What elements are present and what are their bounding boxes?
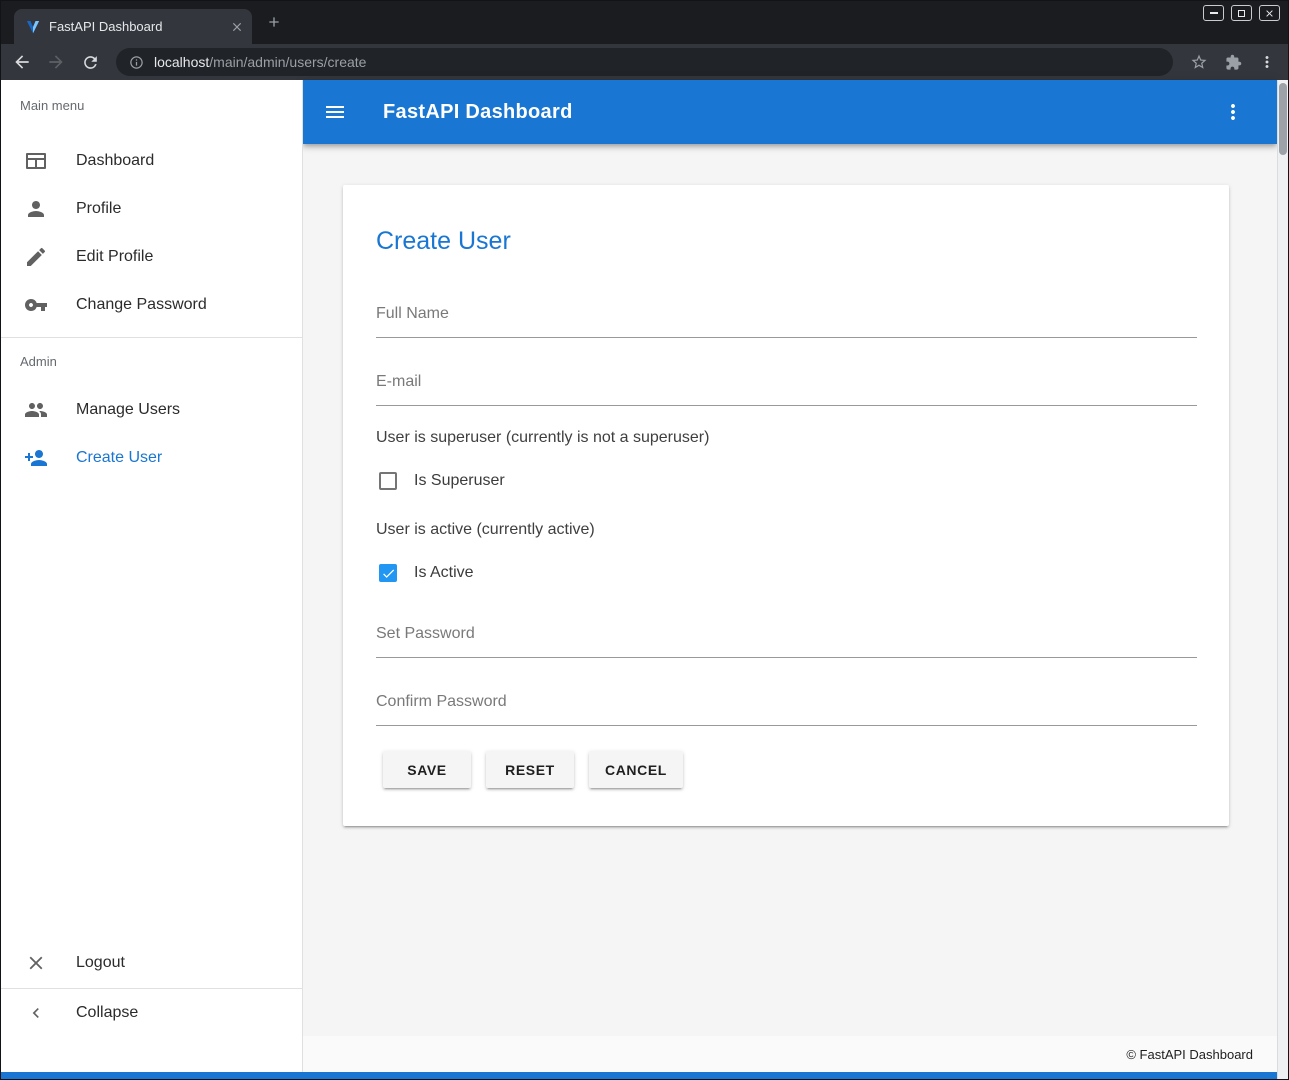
browser-menu-button[interactable]	[1253, 48, 1281, 76]
check-icon	[381, 566, 396, 581]
footer-accent-strip	[0, 1072, 1277, 1080]
pencil-icon	[24, 245, 48, 269]
cancel-button[interactable]: CANCEL	[589, 751, 683, 788]
browser-tab[interactable]: FastAPI Dashboard	[14, 9, 252, 44]
sidebar-item-label: Edit Profile	[76, 248, 153, 266]
sidebar: Main menu Dashboard Profile Edit Profile	[0, 80, 303, 1072]
maximize-button[interactable]	[1231, 5, 1252, 21]
superuser-hint: User is superuser (currently is not a su…	[376, 429, 709, 447]
sidebar-item-create-user[interactable]: Create User	[0, 434, 302, 482]
active-hint: User is active (currently active)	[376, 521, 595, 539]
back-button[interactable]	[8, 48, 36, 76]
set-password-field-wrap	[376, 618, 1197, 658]
people-icon	[24, 398, 48, 422]
appbar-kebab-menu-icon[interactable]	[1221, 100, 1245, 124]
url-text: localhost/main/admin/users/create	[154, 54, 366, 70]
sidebar-item-label: Dashboard	[76, 152, 154, 170]
extensions-button[interactable]	[1219, 48, 1247, 76]
sidebar-item-profile[interactable]: Profile	[0, 185, 302, 233]
minimize-button[interactable]	[1203, 5, 1224, 21]
tab-title: FastAPI Dashboard	[49, 19, 222, 34]
save-button[interactable]: SAVE	[383, 751, 471, 788]
create-user-card: Create User User is superuser (currently…	[343, 185, 1229, 826]
close-icon	[24, 951, 48, 975]
page: Main menu Dashboard Profile Edit Profile	[0, 80, 1289, 1080]
sidebar-item-dashboard[interactable]: Dashboard	[0, 137, 302, 185]
copyright-text: © FastAPI Dashboard	[1126, 1047, 1253, 1062]
url-path: /main/admin/users/create	[209, 54, 366, 70]
close-icon	[1264, 8, 1275, 19]
confirm-password-field-wrap	[376, 686, 1197, 726]
app-bar: FastAPI Dashboard	[303, 80, 1277, 144]
person-icon	[24, 197, 48, 221]
sidebar-item-label: Manage Users	[76, 401, 180, 419]
extension-icon	[1225, 54, 1242, 71]
new-tab-button[interactable]	[263, 11, 285, 33]
sidebar-item-change-password[interactable]: Change Password	[0, 281, 302, 329]
main-content: Create User User is superuser (currently…	[303, 144, 1277, 1036]
sidebar-collapse-button[interactable]: Collapse	[0, 988, 302, 1036]
arrow-forward-icon	[46, 52, 66, 72]
superuser-checkbox-row[interactable]: Is Superuser	[379, 469, 505, 493]
active-checkbox-row[interactable]: Is Active	[379, 561, 474, 585]
dashboard-icon	[24, 149, 48, 173]
person-add-icon	[24, 446, 48, 470]
superuser-checkbox[interactable]	[379, 472, 397, 490]
close-window-button[interactable]	[1259, 5, 1280, 21]
full-name-field-wrap	[376, 298, 1197, 338]
confirm-password-input[interactable]	[376, 686, 1197, 726]
form-actions: SAVE RESET CANCEL	[383, 751, 683, 788]
email-field-wrap	[376, 366, 1197, 406]
email-input[interactable]	[376, 366, 1197, 406]
forward-button[interactable]	[42, 48, 70, 76]
sidebar-item-label: Change Password	[76, 296, 207, 314]
footer: © FastAPI Dashboard	[303, 1036, 1277, 1072]
star-icon	[1190, 53, 1208, 71]
hamburger-menu-icon[interactable]	[323, 100, 347, 124]
sidebar-item-manage-users[interactable]: Manage Users	[0, 386, 302, 434]
sidebar-item-label: Logout	[76, 954, 125, 972]
scrollbar-thumb[interactable]	[1279, 83, 1287, 155]
chevron-left-icon	[24, 1001, 48, 1025]
set-password-input[interactable]	[376, 618, 1197, 658]
tab-close-icon[interactable]	[230, 20, 244, 34]
app-title: FastAPI Dashboard	[383, 101, 573, 124]
superuser-checkbox-label: Is Superuser	[414, 472, 505, 490]
minimize-icon	[1210, 12, 1218, 14]
maximize-icon	[1238, 10, 1245, 17]
vuetify-logo-icon	[25, 19, 41, 35]
browser-toolbar: localhost/main/admin/users/create	[0, 44, 1289, 80]
browser-titlebar: FastAPI Dashboard	[0, 0, 1289, 44]
full-name-input[interactable]	[376, 298, 1197, 338]
address-bar[interactable]: localhost/main/admin/users/create	[116, 48, 1173, 76]
bookmark-button[interactable]	[1185, 48, 1213, 76]
window-controls	[1203, 5, 1280, 21]
sidebar-item-label: Collapse	[76, 1004, 138, 1022]
page-title: Create User	[376, 227, 511, 256]
refresh-icon	[81, 53, 100, 72]
sidebar-item-label: Profile	[76, 200, 121, 218]
sidebar-item-logout[interactable]: Logout	[0, 939, 302, 987]
reset-button[interactable]: RESET	[486, 751, 574, 788]
plus-icon	[266, 14, 282, 30]
arrow-back-icon	[12, 52, 32, 72]
sidebar-section-admin: Admin	[20, 352, 57, 372]
sidebar-divider	[0, 337, 302, 338]
sidebar-section-main: Main menu	[20, 96, 84, 116]
reload-button[interactable]	[76, 48, 104, 76]
active-checkbox[interactable]	[379, 564, 397, 582]
key-icon	[24, 293, 48, 317]
active-checkbox-label: Is Active	[414, 564, 474, 582]
browser-window: FastAPI Dashboard	[0, 0, 1289, 1080]
kebab-menu-icon	[1258, 53, 1276, 71]
page-info-icon[interactable]	[129, 55, 144, 70]
page-scrollbar[interactable]	[1277, 80, 1288, 1080]
sidebar-item-edit-profile[interactable]: Edit Profile	[0, 233, 302, 281]
sidebar-item-label: Create User	[76, 449, 162, 467]
url-host: localhost	[154, 54, 209, 70]
